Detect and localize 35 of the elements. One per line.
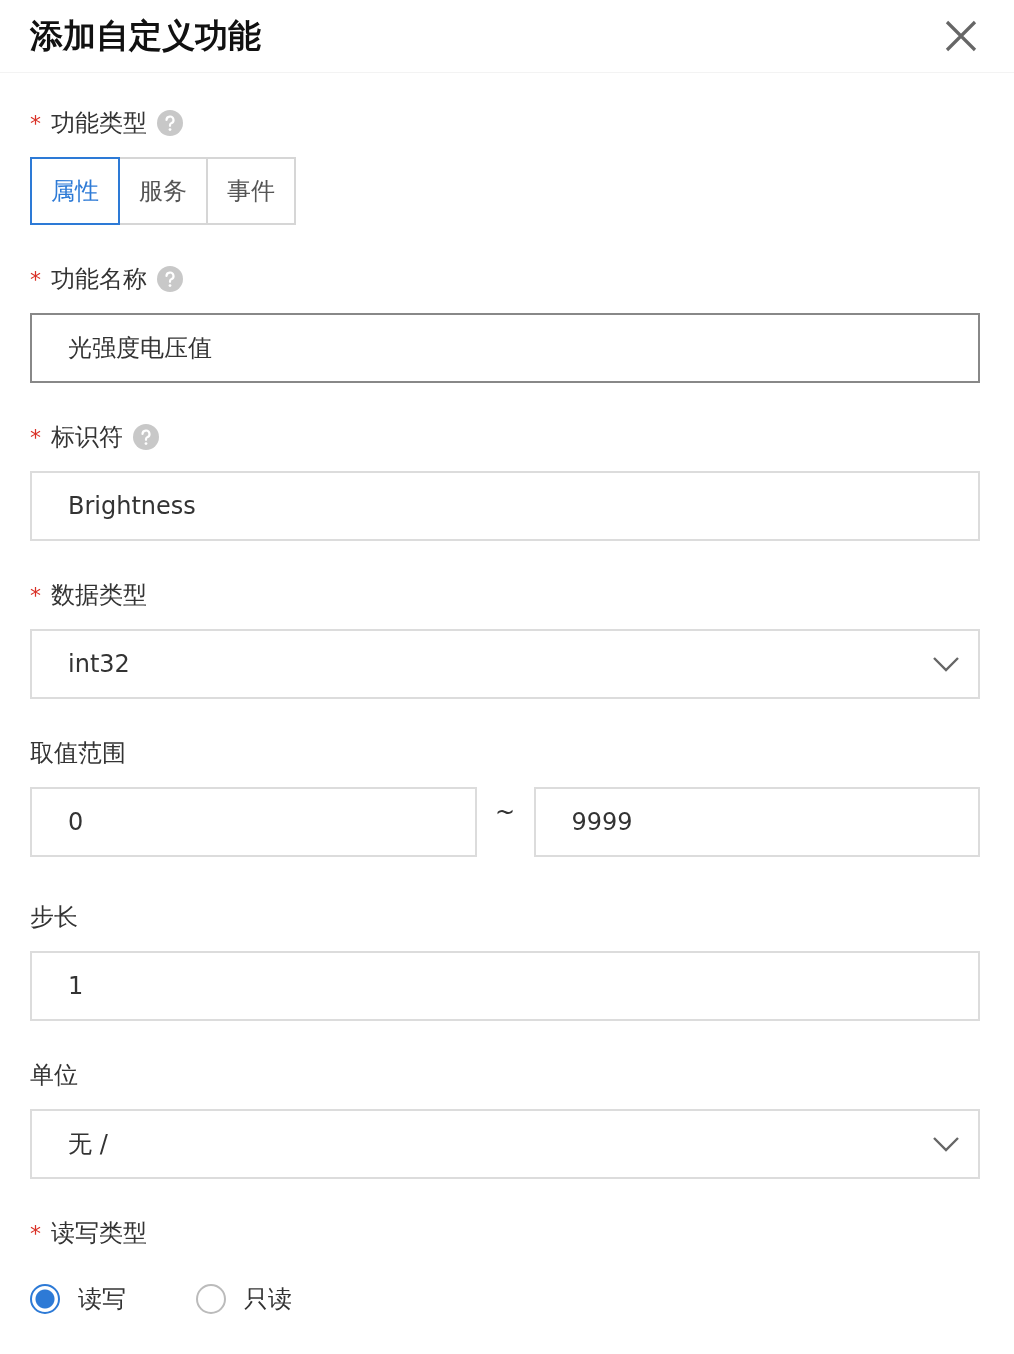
field-label: 功能类型 [51,108,147,139]
field-label: 功能名称 [51,264,147,295]
radio-button[interactable] [30,1284,60,1314]
select-field[interactable]: int32 [30,629,980,699]
required-mark: * [30,424,41,450]
input-field[interactable]: Brightness [30,471,980,541]
range-separator: ~ [493,797,517,828]
chevron-down-icon [932,1136,960,1152]
input-field[interactable]: 光强度电压值 [30,313,980,383]
type-tab[interactable]: 事件 [206,157,296,225]
input-field[interactable]: 9999 [533,787,980,857]
input-field[interactable]: 0 [30,787,477,857]
required-mark: * [30,110,41,136]
required-mark: * [30,266,41,292]
required-mark: * [30,1220,41,1246]
help-icon[interactable] [157,110,183,136]
chevron-down-icon [932,656,960,672]
field-label: 步长 [30,902,78,933]
select-field[interactable]: 无 / [30,1109,980,1179]
radio-label[interactable]: 只读 [244,1283,292,1315]
radio-button[interactable] [196,1284,226,1314]
input-field[interactable]: 1 [30,951,980,1021]
dialog-title: 添加自定义功能 [30,14,261,57]
close-icon[interactable] [944,19,978,53]
help-icon[interactable] [133,424,159,450]
field-label: 取值范围 [30,738,126,769]
field-label: 读写类型 [51,1218,147,1249]
type-tab[interactable]: 服务 [118,157,208,225]
required-mark: * [30,582,41,608]
radio-label[interactable]: 读写 [78,1283,126,1315]
help-icon[interactable] [157,266,183,292]
field-label: 单位 [30,1060,78,1091]
field-label: 标识符 [51,422,123,453]
type-tab[interactable]: 属性 [30,157,120,225]
field-label: 数据类型 [51,580,147,611]
